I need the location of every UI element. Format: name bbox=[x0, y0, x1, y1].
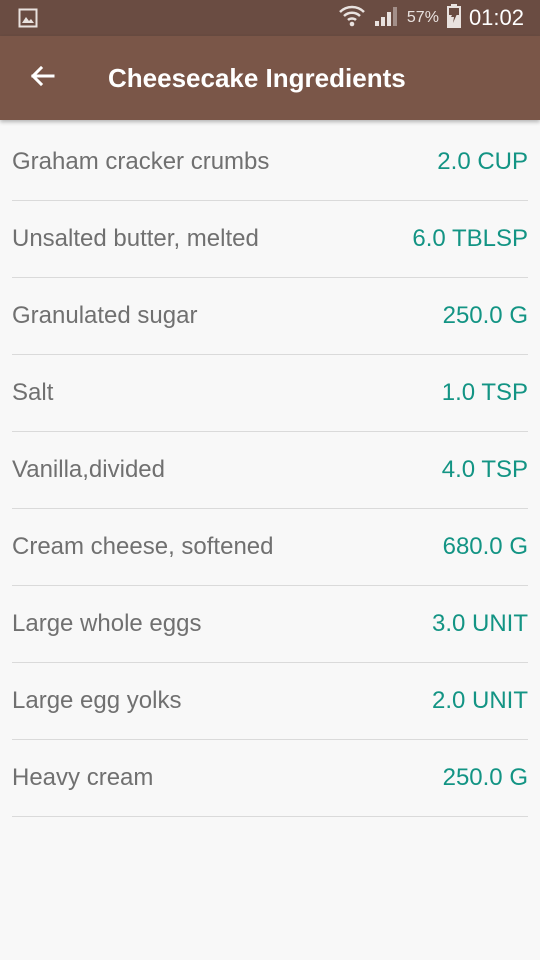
ingredient-list: Graham cracker crumbs 2.0 CUP Unsalted b… bbox=[12, 124, 528, 817]
ingredient-name: Heavy cream bbox=[12, 764, 154, 791]
ingredient-quantity: 250.0 G bbox=[442, 764, 528, 791]
app-bar: Cheesecake Ingredients bbox=[0, 36, 540, 120]
ingredient-quantity: 4.0 TSP bbox=[441, 456, 528, 483]
ingredient-name: Granulated sugar bbox=[12, 302, 198, 329]
battery-charging-icon bbox=[446, 3, 461, 33]
ingredient-quantity: 250.0 G bbox=[442, 302, 528, 329]
ingredient-quantity: 2.0 CUP bbox=[437, 148, 528, 175]
ingredient-row[interactable]: Cream cheese, softened 680.0 G bbox=[12, 509, 528, 586]
ingredient-row[interactable]: Heavy cream 250.0 G bbox=[12, 740, 528, 817]
ingredient-row[interactable]: Large whole eggs 3.0 UNIT bbox=[12, 586, 528, 663]
ingredient-quantity: 6.0 TBLSP bbox=[412, 225, 528, 252]
ingredient-name: Unsalted butter, melted bbox=[12, 225, 259, 252]
ingredient-name: Large egg yolks bbox=[12, 687, 182, 714]
ingredient-name: Large whole eggs bbox=[12, 610, 202, 637]
status-bar: 57% 01:02 bbox=[0, 0, 540, 36]
wifi-icon bbox=[339, 4, 365, 33]
gallery-notification-icon bbox=[18, 8, 38, 28]
ingredient-row[interactable]: Large egg yolks 2.0 UNIT bbox=[12, 663, 528, 740]
arrow-back-icon bbox=[28, 62, 56, 95]
ingredient-name: Salt bbox=[12, 379, 54, 406]
ingredient-row[interactable]: Salt 1.0 TSP bbox=[12, 355, 528, 432]
ingredient-name: Graham cracker crumbs bbox=[12, 148, 270, 175]
ingredient-name: Vanilla,divided bbox=[12, 456, 165, 483]
back-button[interactable] bbox=[18, 54, 66, 102]
clock: 01:02 bbox=[468, 5, 524, 30]
ingredient-row[interactable]: Vanilla,divided 4.0 TSP bbox=[12, 432, 528, 509]
ingredient-quantity: 680.0 G bbox=[442, 533, 528, 560]
signal-icon bbox=[373, 4, 399, 33]
ingredient-row[interactable]: Unsalted butter, melted 6.0 TBLSP bbox=[12, 201, 528, 278]
battery-percent: 57% bbox=[406, 9, 439, 26]
ingredient-quantity: 1.0 TSP bbox=[441, 379, 528, 406]
ingredient-row[interactable]: Graham cracker crumbs 2.0 CUP bbox=[12, 124, 528, 201]
page-title: Cheesecake Ingredients bbox=[108, 63, 406, 93]
ingredient-quantity: 3.0 UNIT bbox=[431, 610, 528, 637]
ingredient-quantity: 2.0 UNIT bbox=[431, 687, 528, 714]
ingredient-row[interactable]: Granulated sugar 250.0 G bbox=[12, 278, 528, 355]
ingredient-name: Cream cheese, softened bbox=[12, 533, 274, 560]
